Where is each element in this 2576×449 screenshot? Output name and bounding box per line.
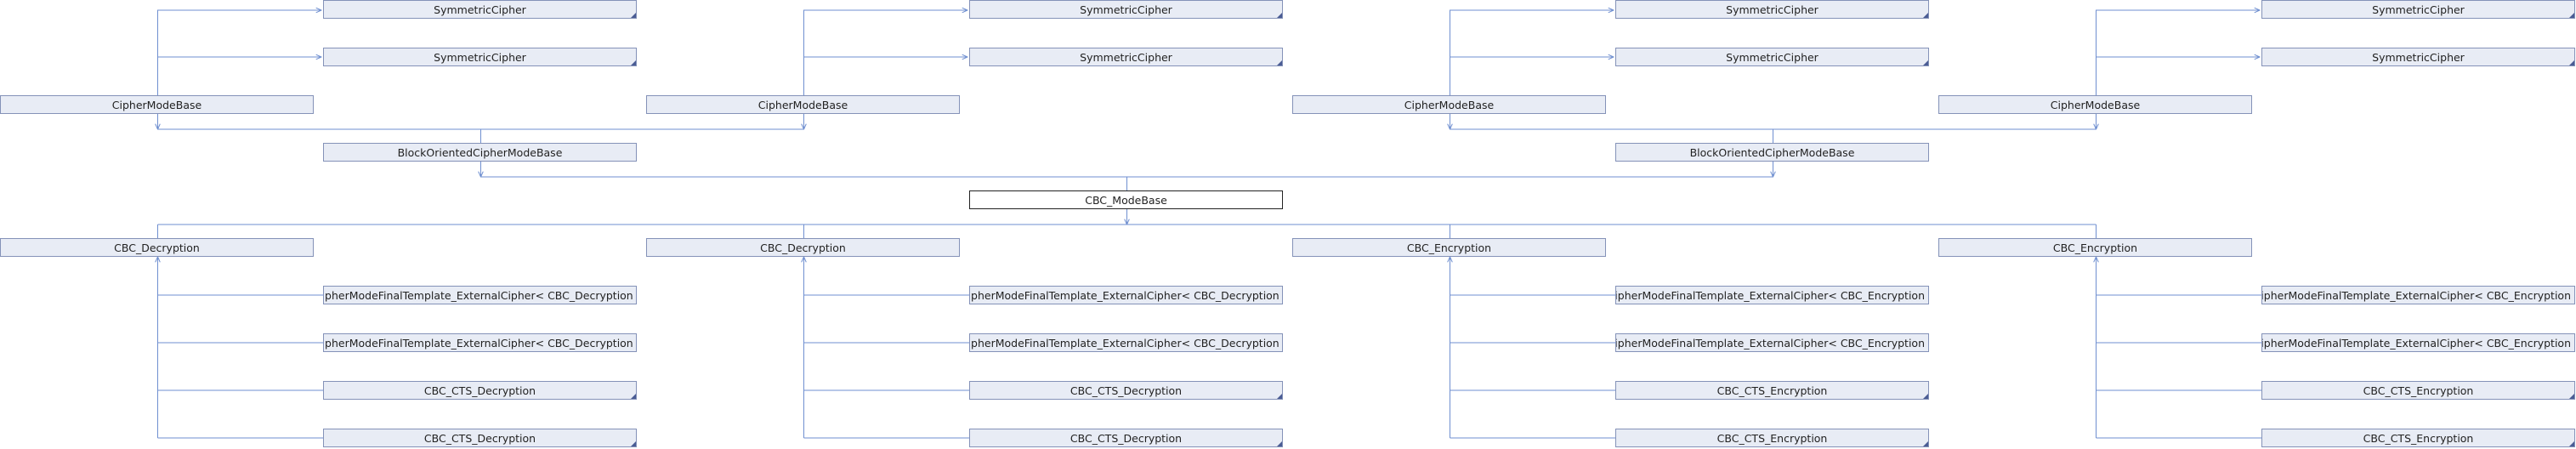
- cbc-cts-decryption-node[interactable]: CBC_CTS_Decryption: [969, 429, 1283, 447]
- cipher-mode-base-node[interactable]: CipherModeBase: [646, 95, 960, 114]
- final-template-decryption-node[interactable]: CipherModeFinalTemplate_ExternalCipher< …: [969, 333, 1283, 352]
- final-template-encryption-node[interactable]: CipherModeFinalTemplate_ExternalCipher< …: [1615, 286, 1929, 304]
- node-label: CipherModeFinalTemplate_ExternalCipher< …: [2261, 288, 2575, 302]
- node-label: CBC_Encryption: [1406, 241, 1492, 254]
- node-label: CipherModeBase: [757, 98, 848, 111]
- symmetric-cipher-node[interactable]: SymmetricCipher: [323, 0, 637, 19]
- expand-corner-icon: [1923, 441, 1928, 446]
- cbc-cts-decryption-node[interactable]: CBC_CTS_Decryption: [323, 381, 637, 400]
- node-label: CBC_ModeBase: [1085, 193, 1167, 207]
- final-template-decryption-node[interactable]: CipherModeFinalTemplate_ExternalCipher< …: [323, 286, 637, 304]
- expand-corner-icon: [1923, 13, 1928, 18]
- cbc-encryption-node[interactable]: CBC_Encryption: [1292, 238, 1606, 257]
- node-label: SymmetricCipher: [434, 50, 526, 64]
- symmetric-cipher-node[interactable]: SymmetricCipher: [2261, 48, 2575, 66]
- final-template-encryption-node[interactable]: CipherModeFinalTemplate_ExternalCipher< …: [2261, 333, 2575, 352]
- symmetric-cipher-node[interactable]: SymmetricCipher: [1615, 0, 1929, 19]
- symmetric-cipher-node[interactable]: SymmetricCipher: [323, 48, 637, 66]
- node-label: CipherModeBase: [2050, 98, 2141, 111]
- cipher-mode-base-node[interactable]: CipherModeBase: [1292, 95, 1606, 114]
- symmetric-cipher-node[interactable]: SymmetricCipher: [1615, 48, 1929, 66]
- inheritance-edge: [157, 9, 321, 95]
- node-label: CBC_CTS_Encryption: [1716, 431, 1828, 445]
- node-label: CBC_CTS_Decryption: [423, 384, 536, 397]
- expand-corner-icon: [2569, 394, 2574, 399]
- expand-corner-icon: [631, 394, 636, 399]
- node-label: CBC_Decryption: [760, 241, 846, 254]
- expand-corner-icon: [1277, 13, 1282, 18]
- node-label: SymmetricCipher: [2372, 50, 2465, 64]
- expand-corner-icon: [2569, 441, 2574, 446]
- node-label: BlockOrientedCipherModeBase: [397, 145, 563, 159]
- inheritance-edge: [803, 9, 967, 95]
- node-label: SymmetricCipher: [2372, 3, 2465, 16]
- block-oriented-cipher-mode-base-node[interactable]: BlockOrientedCipherModeBase: [1615, 143, 1929, 162]
- node-label: SymmetricCipher: [1726, 50, 1819, 64]
- node-label: CBC_CTS_Decryption: [1070, 431, 1183, 445]
- cbc-cts-encryption-node[interactable]: CBC_CTS_Encryption: [1615, 429, 1929, 447]
- final-template-decryption-node[interactable]: CipherModeFinalTemplate_ExternalCipher< …: [969, 286, 1283, 304]
- node-label: CBC_Encryption: [2052, 241, 2138, 254]
- cbc-encryption-node[interactable]: CBC_Encryption: [1938, 238, 2252, 257]
- cipher-mode-base-node[interactable]: CipherModeBase: [1938, 95, 2252, 114]
- expand-corner-icon: [1277, 394, 1282, 399]
- cbc-cts-decryption-node[interactable]: CBC_CTS_Decryption: [323, 429, 637, 447]
- cbc-cts-encryption-node[interactable]: CBC_CTS_Encryption: [2261, 381, 2575, 400]
- expand-corner-icon: [2569, 13, 2574, 18]
- node-label: CipherModeBase: [1404, 98, 1495, 111]
- node-label: CBC_Decryption: [114, 241, 200, 254]
- node-label: CBC_CTS_Encryption: [1716, 384, 1828, 397]
- cbc-cts-encryption-node[interactable]: CBC_CTS_Encryption: [1615, 381, 1929, 400]
- node-label: SymmetricCipher: [1080, 50, 1172, 64]
- final-template-encryption-node[interactable]: CipherModeFinalTemplate_ExternalCipher< …: [2261, 286, 2575, 304]
- final-template-decryption-node[interactable]: CipherModeFinalTemplate_ExternalCipher< …: [323, 333, 637, 352]
- inheritance-edge: [1450, 9, 1614, 95]
- block-oriented-cipher-mode-base-node[interactable]: BlockOrientedCipherModeBase: [323, 143, 637, 162]
- node-label: CipherModeFinalTemplate_ExternalCipher< …: [323, 336, 637, 350]
- expand-corner-icon: [1277, 60, 1282, 65]
- node-label: CipherModeFinalTemplate_ExternalCipher< …: [323, 288, 637, 302]
- cbc-mode-base-focus-node: CBC_ModeBase: [969, 190, 1283, 209]
- node-label: SymmetricCipher: [1080, 3, 1172, 16]
- node-label: CBC_CTS_Decryption: [1070, 384, 1183, 397]
- node-label: CipherModeFinalTemplate_ExternalCipher< …: [1615, 288, 1929, 302]
- expand-corner-icon: [631, 441, 636, 446]
- symmetric-cipher-node[interactable]: SymmetricCipher: [2261, 0, 2575, 19]
- node-label: CipherModeFinalTemplate_ExternalCipher< …: [2261, 336, 2575, 350]
- cbc-decryption-node[interactable]: CBC_Decryption: [0, 238, 314, 257]
- symmetric-cipher-node[interactable]: SymmetricCipher: [969, 0, 1283, 19]
- node-label: SymmetricCipher: [434, 3, 526, 16]
- expand-corner-icon: [1923, 60, 1928, 65]
- cbc-cts-decryption-node[interactable]: CBC_CTS_Decryption: [969, 381, 1283, 400]
- node-label: CipherModeFinalTemplate_ExternalCipher< …: [1615, 336, 1929, 350]
- node-label: CipherModeFinalTemplate_ExternalCipher< …: [969, 288, 1283, 302]
- node-label: CipherModeBase: [111, 98, 202, 111]
- expand-corner-icon: [631, 13, 636, 18]
- node-label: SymmetricCipher: [1726, 3, 1819, 16]
- cbc-decryption-node[interactable]: CBC_Decryption: [646, 238, 960, 257]
- symmetric-cipher-node[interactable]: SymmetricCipher: [969, 48, 1283, 66]
- final-template-encryption-node[interactable]: CipherModeFinalTemplate_ExternalCipher< …: [1615, 333, 1929, 352]
- expand-corner-icon: [631, 60, 636, 65]
- cipher-mode-base-node[interactable]: CipherModeBase: [0, 95, 314, 114]
- node-label: CipherModeFinalTemplate_ExternalCipher< …: [969, 336, 1283, 350]
- cbc-cts-encryption-node[interactable]: CBC_CTS_Encryption: [2261, 429, 2575, 447]
- node-label: CBC_CTS_Encryption: [2363, 431, 2474, 445]
- expand-corner-icon: [2569, 60, 2574, 65]
- expand-corner-icon: [1277, 441, 1282, 446]
- node-label: BlockOrientedCipherModeBase: [1689, 145, 1855, 159]
- node-label: CBC_CTS_Encryption: [2363, 384, 2474, 397]
- inheritance-edge: [2096, 9, 2260, 95]
- node-label: CBC_CTS_Decryption: [423, 431, 536, 445]
- expand-corner-icon: [1923, 394, 1928, 399]
